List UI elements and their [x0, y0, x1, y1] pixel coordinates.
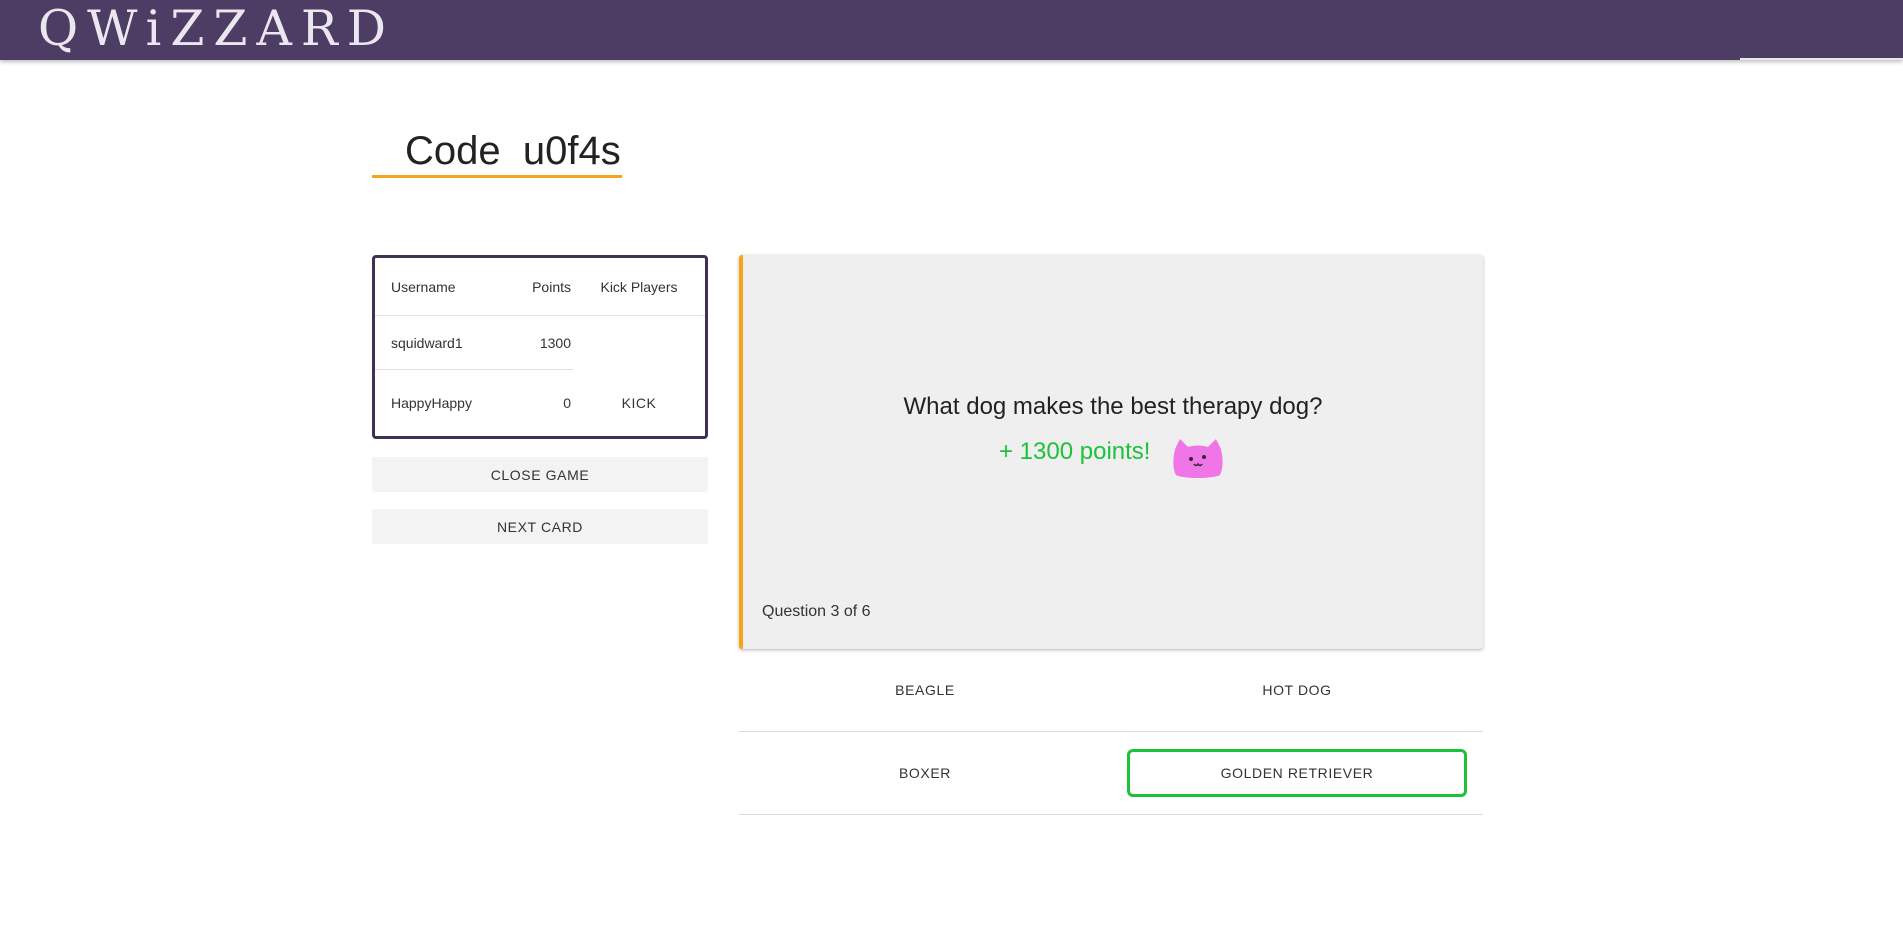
- game-code-title: Code u0f4s: [372, 124, 622, 178]
- answer-option-beagle[interactable]: BEAGLE: [739, 666, 1111, 714]
- player-points: 1300: [501, 315, 573, 370]
- kick-player-button[interactable]: KICK: [622, 395, 657, 411]
- table-row: HappyHappy 0 KICK: [375, 370, 705, 437]
- answer-option-boxer[interactable]: BOXER: [739, 749, 1111, 797]
- answer-row: BEAGLE HOT DOG: [739, 649, 1483, 732]
- column-header-points: Points: [501, 258, 573, 316]
- question-progress: Question 3 of 6: [762, 603, 871, 620]
- answer-grid: BEAGLE HOT DOG BOXER GOLDEN RETRIEVER: [739, 649, 1483, 815]
- close-game-button[interactable]: CLOSE GAME: [372, 457, 708, 492]
- player-username: HappyHappy: [391, 395, 472, 411]
- player-kick-cell: KICK: [573, 370, 705, 437]
- players-table: Username Points Kick Players squidward1 …: [375, 258, 705, 436]
- column-header-username: Username: [375, 258, 501, 316]
- question-card: What dog makes the best therapy dog? + 1…: [739, 255, 1483, 649]
- player-points: 0: [563, 395, 571, 411]
- app-logo[interactable]: QWiZZARD: [38, 2, 395, 56]
- header-divider: [1740, 58, 1903, 60]
- pink-cat-icon: [1173, 439, 1223, 478]
- player-username: squidward1: [375, 315, 501, 370]
- points-earned-text: + 1300 points!: [999, 438, 1151, 465]
- player-kick-cell: [573, 316, 705, 370]
- column-header-kick: Kick Players: [573, 258, 705, 316]
- answer-option-hot-dog[interactable]: HOT DOG: [1111, 666, 1483, 714]
- app-header: QWiZZARD: [0, 0, 1903, 60]
- question-text: What dog makes the best therapy dog?: [903, 393, 1323, 420]
- players-table-panel: Username Points Kick Players squidward1 …: [372, 255, 708, 439]
- table-row: squidward1 1300: [375, 315, 705, 370]
- answer-option-golden-retriever[interactable]: GOLDEN RETRIEVER: [1127, 749, 1467, 797]
- answer-row: BOXER GOLDEN RETRIEVER: [739, 732, 1483, 815]
- next-card-button[interactable]: NEXT CARD: [372, 509, 708, 544]
